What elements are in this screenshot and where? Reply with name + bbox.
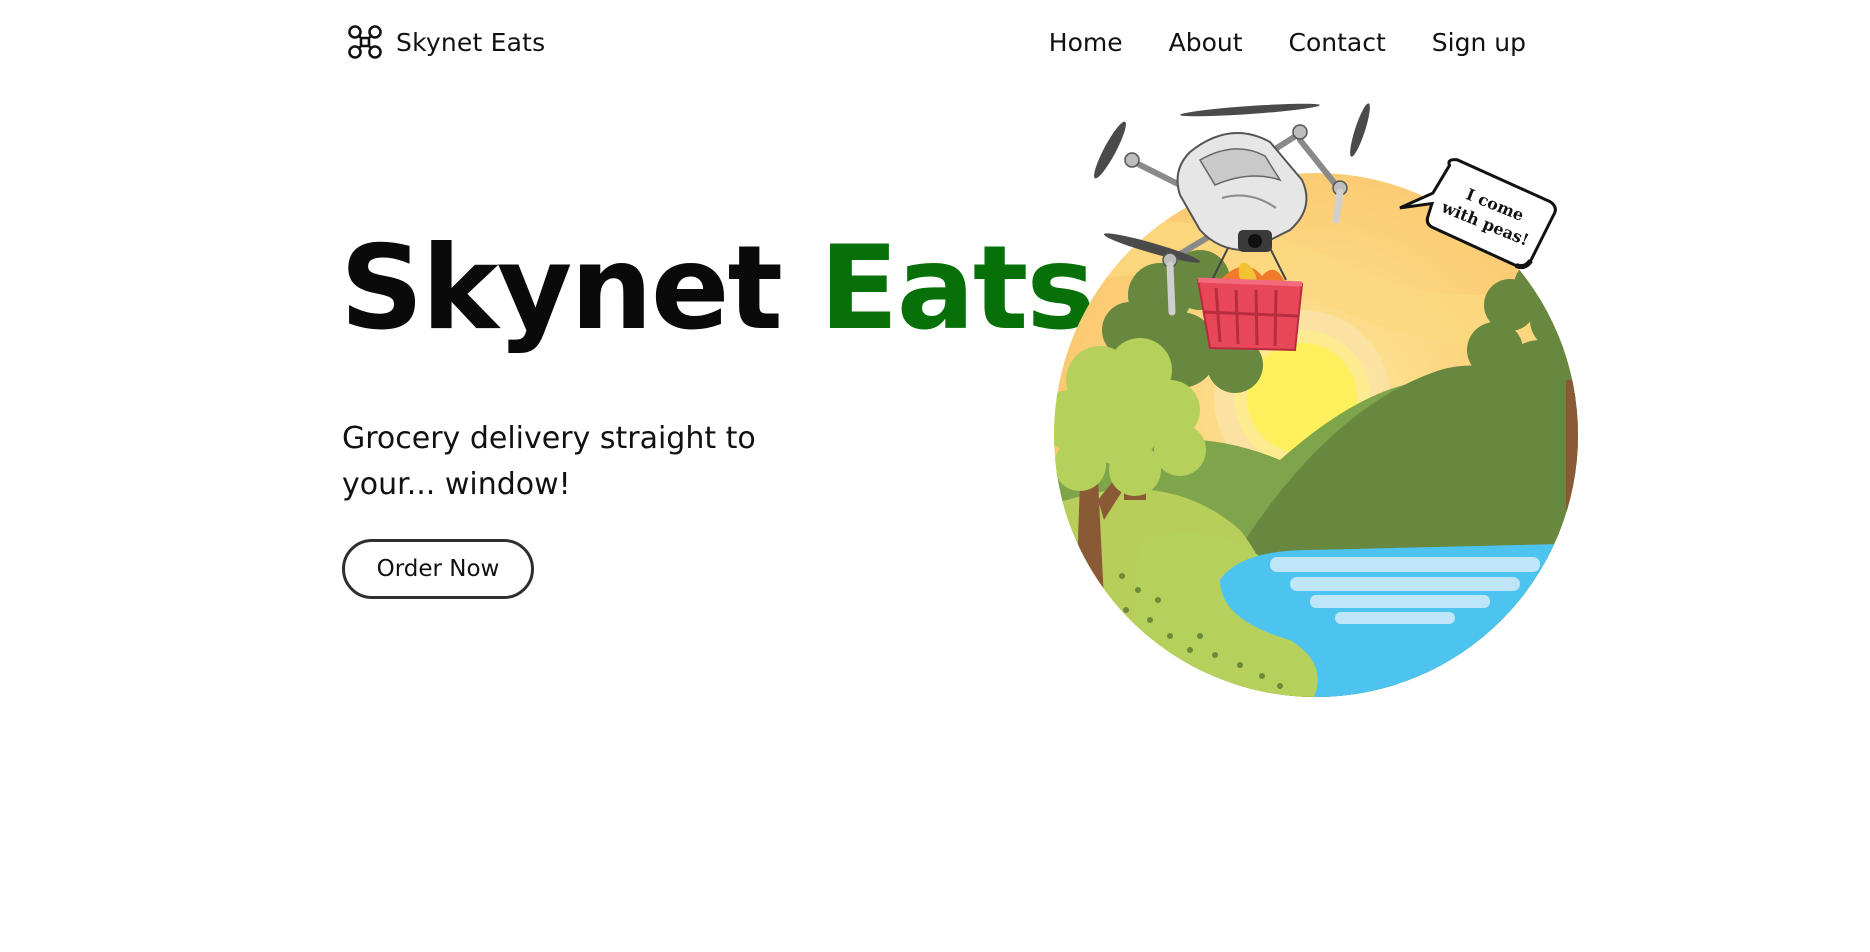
- landing-page: Skynet Eats Home About Contact Sign up S…: [0, 0, 1870, 952]
- hero-tagline: Grocery delivery straight to your... win…: [342, 421, 756, 502]
- hero-title: Skynet Eats: [340, 221, 1095, 356]
- nav-about-link[interactable]: About: [1169, 28, 1243, 57]
- brand-link[interactable]: Skynet Eats: [346, 22, 545, 62]
- drone-icon: [348, 25, 382, 59]
- nav-contact-link[interactable]: Contact: [1289, 28, 1386, 57]
- top-navigation: Skynet Eats Home About Contact Sign up: [0, 0, 1870, 84]
- nav-signup-link[interactable]: Sign up: [1432, 28, 1526, 57]
- order-now-button[interactable]: Order Now: [342, 539, 534, 599]
- nav-links: Home About Contact Sign up: [1049, 22, 1526, 62]
- nav-home-link[interactable]: Home: [1049, 28, 1123, 57]
- hero-illustration: I come with peas!: [1054, 103, 1578, 697]
- hero-title-main: Skynet: [340, 221, 783, 356]
- brand-name: Skynet Eats: [396, 27, 546, 57]
